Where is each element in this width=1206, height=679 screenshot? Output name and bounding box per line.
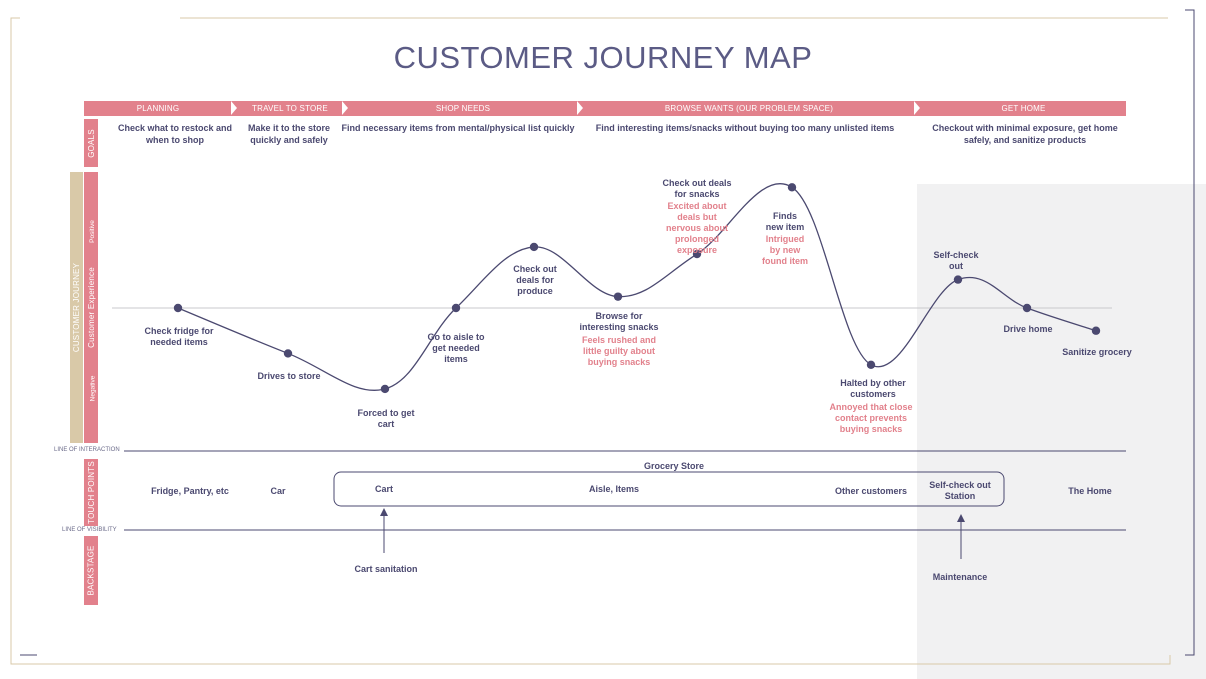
line-of-visibility-label: LINE OF VISIBILITY [62, 527, 117, 533]
touch-point: Car [270, 486, 286, 496]
backstage-item: Cart sanitation [354, 564, 418, 574]
touch-point: Fridge, Pantry, etc [151, 486, 229, 496]
touch-point: Other customers [834, 486, 908, 496]
touch-point: Aisle, Items [588, 484, 640, 494]
backstage-item: Maintenance [932, 572, 988, 582]
line-of-interaction-label: LINE OF INTERACTION [54, 447, 120, 453]
touch-point: Cart [374, 484, 393, 494]
touch-point: Self-check out Station [929, 480, 991, 501]
touch-point: The Home [1068, 486, 1112, 496]
grocery-store-label: Grocery Store [643, 461, 705, 471]
service-lines [124, 450, 1126, 559]
